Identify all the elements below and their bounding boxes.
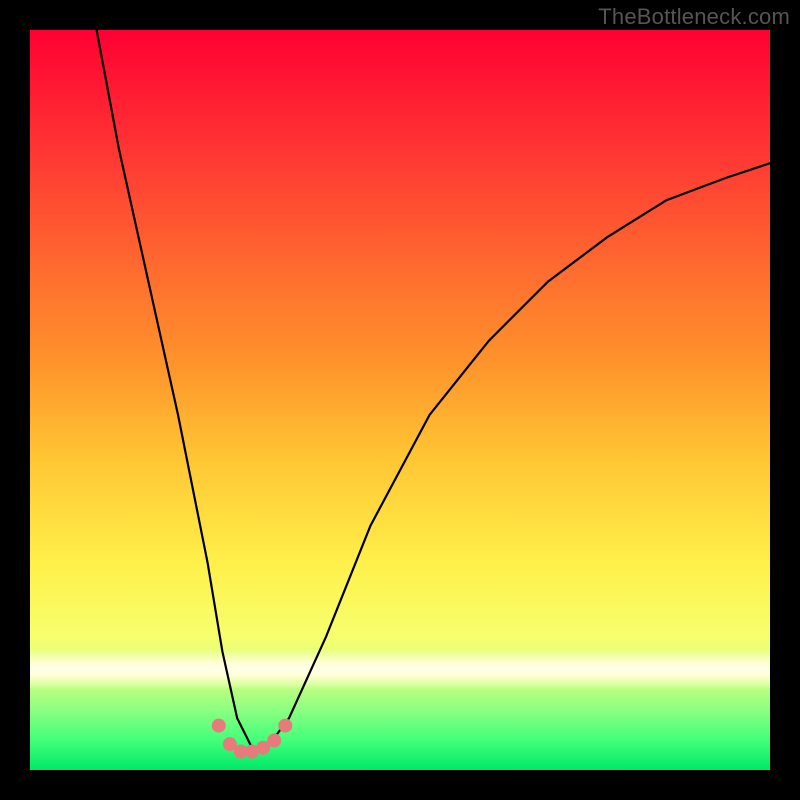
chart-frame: TheBottleneck.com <box>0 0 800 800</box>
plot-area <box>30 30 770 770</box>
attribution-label: TheBottleneck.com <box>598 4 790 30</box>
gradient-background <box>30 30 770 770</box>
